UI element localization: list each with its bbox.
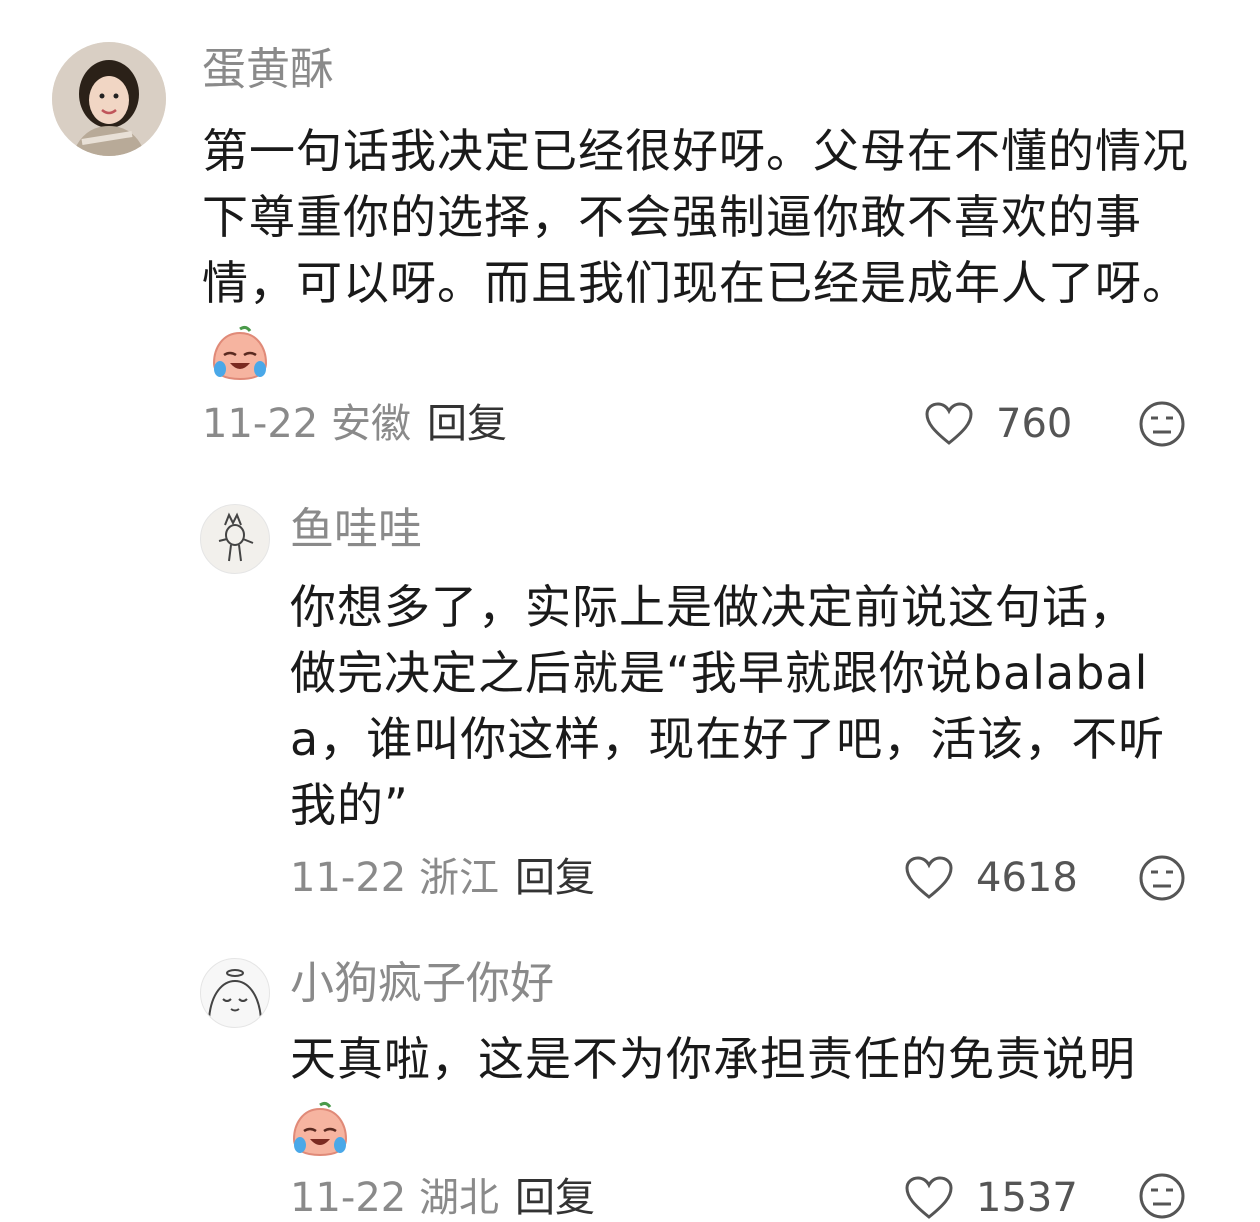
- heart-outline-icon: [905, 856, 953, 899]
- reply-button[interactable]: 回复: [515, 1175, 595, 1221]
- date-location: 11-22 安徽: [202, 401, 411, 447]
- crying-laughing-peach-emoji: [292, 1101, 348, 1156]
- avatar[interactable]: [52, 42, 166, 156]
- comment-text: 第一句话我决定已经很好呀。父母在不懂的情况下尊重你的选择，不会强制逼你敢不喜欢的…: [202, 118, 1194, 382]
- heart-outline-icon: [905, 1176, 953, 1219]
- crying-laughing-peach-emoji: [212, 325, 268, 380]
- avatar-sketch-icon: [218, 512, 254, 562]
- like-button[interactable]: 1537: [904, 1174, 1078, 1222]
- comment-text: 你想多了，实际上是做决定前说这句话，做完决定之后就是“我早就跟你说balabal…: [290, 580, 1166, 832]
- comment-meta: 11-22 安徽 回复: [202, 400, 507, 448]
- like-count: 1537: [976, 1175, 1078, 1221]
- username[interactable]: 小狗疯子你好: [290, 958, 554, 1010]
- like-count: 760: [996, 401, 1073, 447]
- date-location: 11-22 湖北: [290, 1175, 499, 1221]
- avatar[interactable]: [200, 504, 270, 574]
- heart-outline-icon: [925, 402, 973, 445]
- dislike-face-icon[interactable]: [1138, 400, 1186, 448]
- like-button[interactable]: 4618: [904, 854, 1078, 902]
- username[interactable]: 鱼哇哇: [290, 504, 422, 556]
- comment-meta: 11-22 湖北 回复: [290, 1174, 595, 1222]
- avatar-photo-icon: [52, 42, 166, 156]
- comment-meta: 11-22 浙江 回复: [290, 854, 595, 902]
- like-count: 4618: [976, 855, 1078, 901]
- like-button[interactable]: 760: [924, 400, 1072, 448]
- comment-text: 天真啦，这是不为你承担责任的免责说明: [290, 1026, 1190, 1158]
- dislike-face-icon[interactable]: [1138, 1172, 1186, 1220]
- dislike-face-icon[interactable]: [1138, 854, 1186, 902]
- avatar-doodle-icon: [208, 969, 262, 1020]
- avatar[interactable]: [200, 958, 270, 1028]
- reply-button[interactable]: 回复: [427, 401, 507, 447]
- reply-button[interactable]: 回复: [515, 855, 595, 901]
- username[interactable]: 蛋黄酥: [202, 44, 334, 96]
- date-location: 11-22 浙江: [290, 855, 499, 901]
